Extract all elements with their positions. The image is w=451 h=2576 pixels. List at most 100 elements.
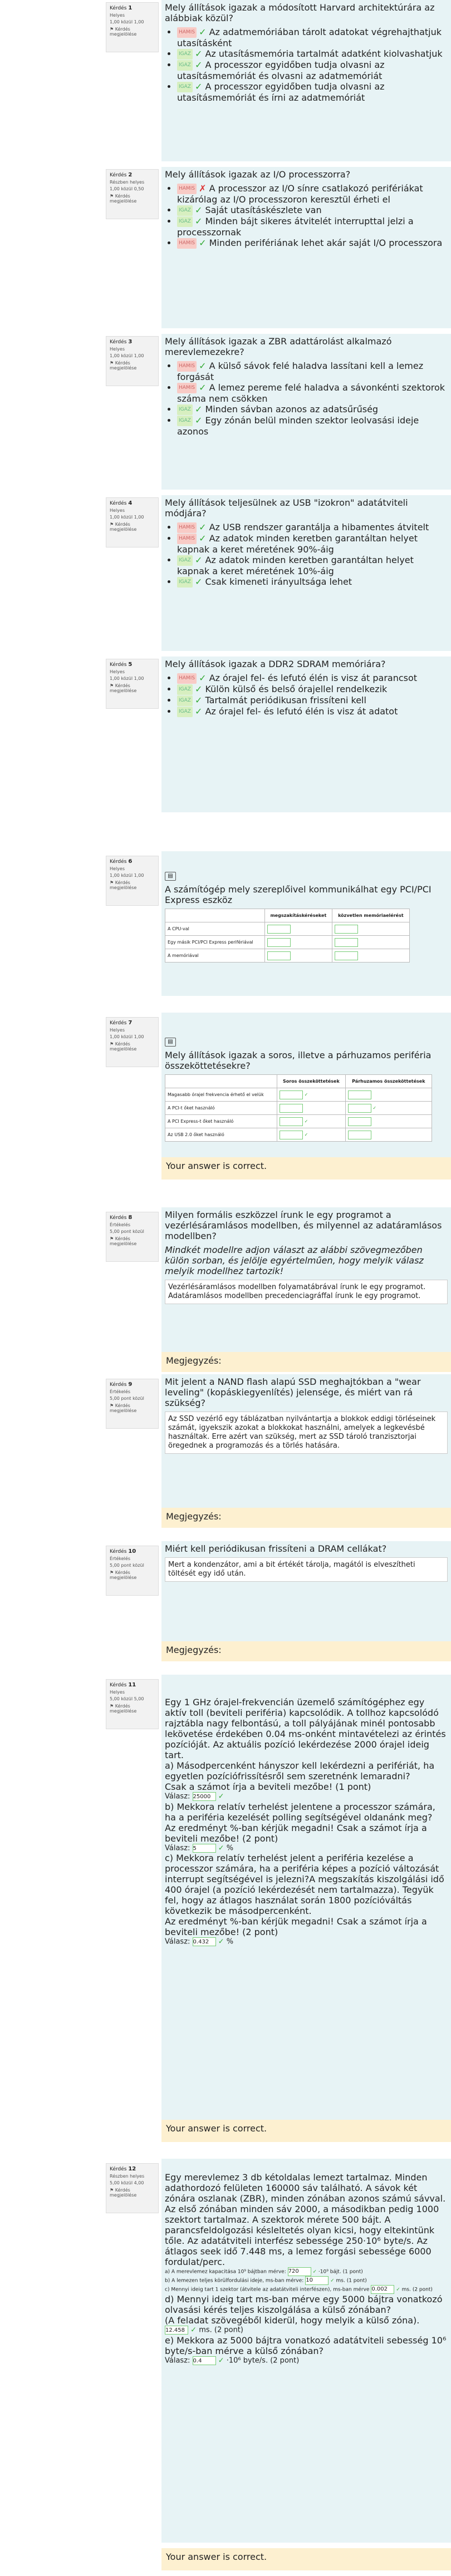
answer-option-text: Az utasításmemória tartalmát adatként ki… xyxy=(205,48,443,59)
answer-option[interactable]: IGAZ✓ Az utasításmemória tartalmát adatk… xyxy=(177,48,448,60)
answer-input[interactable] xyxy=(334,924,358,934)
answer-option[interactable]: IGAZ✓ Az adatok minden keretben garantál… xyxy=(177,555,448,576)
answer-option-text: Saját utasításkészlete van xyxy=(205,205,322,215)
answer-select[interactable]: HAMIS xyxy=(177,238,197,249)
answer-option[interactable]: IGAZ✓ Minden bájt sikeres átvitelét inte… xyxy=(177,216,448,238)
answer-input[interactable] xyxy=(280,1103,303,1113)
question-info: Kérdés 8 Értékelés 5,00 pont közül ⚑ Kér… xyxy=(106,1212,159,1262)
answer-select[interactable]: IGAZ xyxy=(177,205,193,216)
answer-select[interactable]: IGAZ xyxy=(177,82,193,92)
flag-question-button[interactable]: ⚑ Kérdés megjelölése xyxy=(110,1403,155,1413)
answer-select[interactable]: HAMIS xyxy=(177,673,197,684)
flag-question-button[interactable]: ⚑ Kérdés megjelölése xyxy=(110,27,155,37)
flag-question-button[interactable]: ⚑ Kérdés megjelölése xyxy=(110,1704,155,1714)
answer-select[interactable]: HAMIS xyxy=(177,383,197,393)
flag-question-button[interactable]: ⚑ Kérdés megjelölése xyxy=(110,1570,155,1580)
answer-select[interactable]: IGAZ xyxy=(177,555,193,566)
question-content: Miért kell periódikusan frissíteni a DRA… xyxy=(161,1541,451,1641)
answer-select[interactable]: IGAZ xyxy=(177,49,193,60)
comment-box: Megjegyzés: xyxy=(161,1641,451,1661)
answer-select[interactable]: HAMIS xyxy=(177,27,197,38)
answer-option[interactable]: IGAZ✓ Minden sávban azonos az adatsűrűsé… xyxy=(177,404,448,415)
question-content: Egy merevlemez 3 db kétoldalas lemezt ta… xyxy=(161,2159,451,2543)
answer-select[interactable]: HAMIS xyxy=(177,534,197,544)
answer-option[interactable]: IGAZ✓ A processzor egyidőben tudja olvas… xyxy=(177,81,448,103)
answer-select[interactable]: IGAZ xyxy=(177,577,193,588)
question-content: ▤ Mely állítások igazak a soros, illetve… xyxy=(161,1013,451,1157)
answer-select[interactable]: IGAZ xyxy=(177,404,193,415)
grid-row-label: A memóriával xyxy=(165,949,265,963)
part-c-text: c) Mekkora relatív terhelést jelent a pe… xyxy=(165,1853,444,1916)
part-c-input[interactable]: 0.432 xyxy=(192,1937,216,1946)
flag-question-button[interactable]: ⚑ Kérdés megjelölése xyxy=(110,880,155,890)
answer-option[interactable]: HAMIS✓ Az USB rendszer garantálja a hiba… xyxy=(177,522,448,533)
answer-textarea[interactable]: Vezérlésáramlásos modellben folyamatábrá… xyxy=(165,1280,448,1304)
part-a-input[interactable]: 25000 xyxy=(192,1792,216,1801)
flag-question-button[interactable]: ⚑ Kérdés megjelölése xyxy=(110,683,155,693)
answer-option[interactable]: HAMIS✓ A külső sávok felé haladva lassít… xyxy=(177,361,448,382)
answer-option[interactable]: HAMIS✓ Az órajel fel- és lefutó élén is … xyxy=(177,673,448,684)
answer-select[interactable]: IGAZ xyxy=(177,416,193,426)
answer-option[interactable]: HAMIS✗ A processzor az I/O sínre csatlak… xyxy=(177,183,448,205)
flag-question-button[interactable]: ⚑ Kérdés megjelölése xyxy=(110,361,155,371)
answer-option[interactable]: HAMIS✓ Az adatmemóriában tárolt adatokat… xyxy=(177,27,448,48)
answer-select[interactable]: IGAZ xyxy=(177,60,193,71)
answer-option[interactable]: HAMIS✓ Minden perifériának lehet akár sa… xyxy=(177,238,448,249)
answer-input[interactable] xyxy=(267,937,291,947)
answer-option[interactable]: HAMIS✓ A lemez pereme felé haladva a sáv… xyxy=(177,382,448,404)
answer-label: Válasz: xyxy=(165,1792,190,1801)
answer-input[interactable] xyxy=(347,1090,371,1099)
comment-box: Megjegyzés: xyxy=(161,1352,451,1372)
answer-textarea[interactable]: Az SSD vezérlő egy táblázatban nyilvánta… xyxy=(165,1412,448,1454)
answer-input[interactable] xyxy=(267,951,291,960)
answer-textarea[interactable]: Mert a kondenzátor, ami a bit értékét tá… xyxy=(165,1557,448,1582)
part-b-input[interactable]: 5 xyxy=(192,1843,216,1853)
question-number: 9 xyxy=(128,1381,133,1388)
answer-select[interactable]: IGAZ xyxy=(177,695,193,706)
part-a-input[interactable]: 720 xyxy=(287,2267,311,2276)
flag-question-button[interactable]: ⚑ Kérdés megjelölése xyxy=(110,522,155,532)
check-icon: ✓ xyxy=(199,382,207,393)
answer-option[interactable]: IGAZ✓ Tartalmát periódikusan frissíteni … xyxy=(177,695,448,706)
flag-question-button[interactable]: ⚑ Kérdés megjelölése xyxy=(110,1042,155,1052)
answer-option[interactable]: IGAZ✓ Csak kimeneti irányultsága lehet xyxy=(177,576,448,588)
answer-select[interactable]: IGAZ xyxy=(177,684,193,695)
answer-input[interactable] xyxy=(334,937,358,947)
answer-input[interactable] xyxy=(280,1117,303,1126)
part-c-input[interactable]: 0.002 xyxy=(371,2285,395,2294)
answer-input[interactable] xyxy=(347,1117,371,1126)
answer-select[interactable]: HAMIS xyxy=(177,522,197,533)
answer-option[interactable]: HAMIS✓ Az adatok minden keretben garantá… xyxy=(177,533,448,555)
feedback-text: Your answer is correct. xyxy=(166,2552,267,2562)
flag-icon: ⚑ xyxy=(110,2188,115,2193)
flag-question-button[interactable]: ⚑ Kérdés megjelölése xyxy=(110,2188,155,2198)
answer-select[interactable]: HAMIS xyxy=(177,184,197,194)
answer-option-text: Az adatmemóriában tárolt adatokat végreh… xyxy=(177,27,442,48)
answer-option-text: A külső sávok felé haladva lassítani kel… xyxy=(177,361,424,382)
part-d-input[interactable]: 12.458 xyxy=(165,2326,188,2335)
answer-input[interactable] xyxy=(334,951,358,960)
check-icon: ✓ xyxy=(194,205,203,215)
part-b-input[interactable]: 10 xyxy=(305,2276,329,2285)
answer-option[interactable]: IGAZ✓ Külön külső és belső órajellel ren… xyxy=(177,684,448,695)
answer-select[interactable]: IGAZ xyxy=(177,216,193,227)
question-number: 11 xyxy=(128,1682,136,1688)
flag-icon: ⚑ xyxy=(110,194,115,199)
part-e-input[interactable]: 0.4 xyxy=(192,2356,216,2365)
question-number: 6 xyxy=(128,858,133,865)
answer-input[interactable] xyxy=(280,1090,303,1099)
answer-input[interactable] xyxy=(347,1103,371,1113)
answer-option[interactable]: IGAZ✓ A processzor egyidőben tudja olvas… xyxy=(177,60,448,81)
answer-option[interactable]: IGAZ✓ Az órajel fel- és lefutó élén is v… xyxy=(177,706,448,717)
answer-input[interactable] xyxy=(347,1130,371,1139)
question-info: Kérdés 7 Helyes 1,00 közül 1,00 ⚑ Kérdés… xyxy=(106,1017,159,1067)
answer-select[interactable]: HAMIS xyxy=(177,361,197,372)
answer-input[interactable] xyxy=(267,924,291,934)
question-text: Mely állítások igazak az I/O processzorr… xyxy=(165,169,351,180)
answer-select[interactable]: IGAZ xyxy=(177,707,193,717)
answer-option[interactable]: IGAZ✓ Saját utasításkészlete van xyxy=(177,205,448,216)
flag-question-button[interactable]: ⚑ Kérdés megjelölése xyxy=(110,194,155,204)
answer-input[interactable] xyxy=(280,1130,303,1139)
flag-question-button[interactable]: ⚑ Kérdés megjelölése xyxy=(110,1236,155,1246)
answer-option[interactable]: IGAZ✓ Egy zónán belül minden szektor leo… xyxy=(177,415,448,437)
